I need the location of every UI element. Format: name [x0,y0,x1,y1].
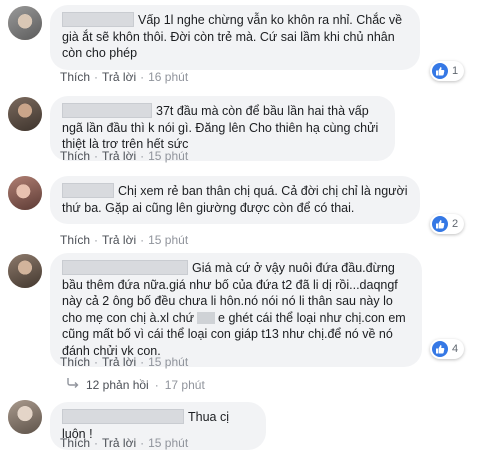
reaction-number: 4 [452,343,459,355]
author-name-redacted[interactable] [62,409,184,424]
reply-link[interactable]: Trả lời [102,436,136,450]
comment-time[interactable]: 15 phút [148,355,188,369]
avatar[interactable] [8,97,42,131]
author-name-redacted[interactable] [62,12,134,27]
author-name-redacted[interactable] [62,183,114,198]
comment-time[interactable]: 15 phút [148,149,188,163]
like-link[interactable]: Thích [60,149,90,163]
reply-link[interactable]: Trả lời [102,149,136,163]
like-link[interactable]: Thích [60,70,90,84]
like-link[interactable]: Thích [60,355,90,369]
comment-bubble: Chị xem rẻ ban thân chị quá. Cả đời chị … [50,176,420,224]
reaction-count[interactable]: 1 [430,61,465,81]
avatar[interactable] [8,254,42,288]
avatar[interactable] [8,400,42,434]
reply-arrow-icon [66,377,80,392]
replies-time: 17 phút [164,377,205,392]
avatar[interactable] [8,6,42,40]
avatar[interactable] [8,176,42,210]
thumbs-up-icon [432,216,448,232]
reaction-number: 2 [452,218,459,230]
reaction-count[interactable]: 2 [430,214,465,234]
author-name-redacted[interactable] [62,103,152,118]
reply-link[interactable]: Trả lời [102,70,136,84]
author-name-redacted[interactable] [62,260,188,275]
reply-link[interactable]: Trả lời [102,355,136,369]
reaction-count[interactable]: 4 [430,339,465,359]
comment-bubble: Vấp 1l nghe chừng vẫn ko khôn ra nhỉ. Ch… [50,5,420,70]
redacted-word [197,311,216,324]
comment-time[interactable]: 15 phút [148,233,188,247]
comment-time[interactable]: 16 phút [148,70,188,84]
reaction-number: 1 [452,65,459,77]
comment-actions: Thích · Trả lời · 15 phút [60,355,189,369]
comment-bubble: Giá mà cứ ở vậy nuôi đứa đầu.đừng bầu th… [50,253,422,367]
view-replies[interactable]: 12 phản hồi · 17 phút [66,377,205,392]
comment-actions: Thích · Trả lời · 15 phút [60,233,189,247]
like-link[interactable]: Thích [60,436,90,450]
comment-actions: Thích · Trả lời · 15 phút [60,436,189,450]
thumbs-up-icon [432,341,448,357]
replies-count[interactable]: 12 phản hồi [86,378,149,392]
comment-time[interactable]: 15 phút [148,436,188,450]
comment-actions: Thích · Trả lời · 15 phút [60,149,189,163]
reply-link[interactable]: Trả lời [102,233,136,247]
comment-actions: Thích · Trả lời · 16 phút [60,70,189,84]
thumbs-up-icon [432,63,448,79]
like-link[interactable]: Thích [60,233,90,247]
